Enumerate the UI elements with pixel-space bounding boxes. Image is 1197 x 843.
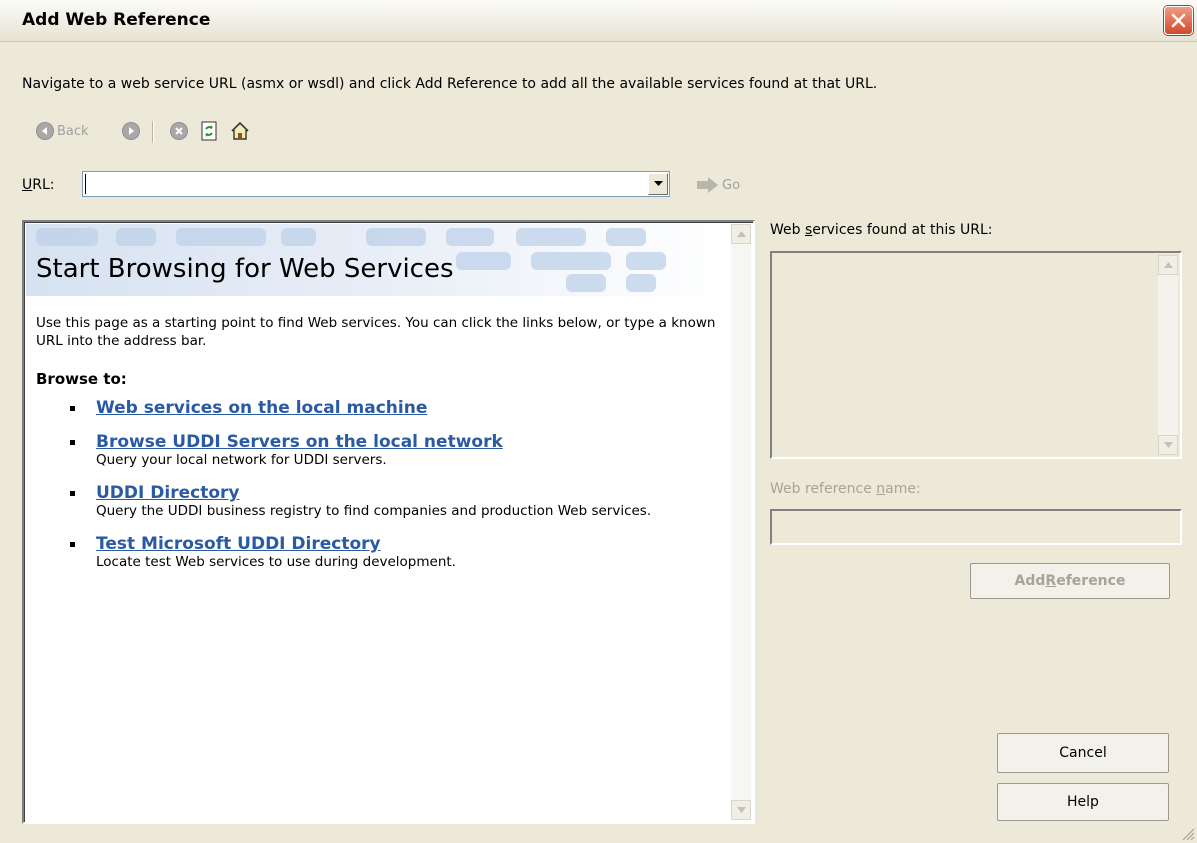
resize-grip-icon[interactable]: [1181, 827, 1195, 841]
back-icon: [36, 122, 54, 140]
url-input[interactable]: [85, 174, 645, 194]
chevron-up-icon: [1163, 262, 1173, 268]
instructions-text: Navigate to a web service URL (asmx or w…: [22, 76, 878, 92]
refresh-icon: [201, 121, 217, 141]
chevron-down-icon: [736, 807, 746, 813]
link-test-uddi-directory[interactable]: Test Microsoft UDDI Directory: [96, 534, 381, 554]
close-button[interactable]: [1164, 6, 1193, 35]
url-dropdown-button[interactable]: [648, 173, 668, 195]
list-item: Test Microsoft UDDI Directory Locate tes…: [36, 534, 716, 571]
bullet: [70, 491, 75, 496]
services-list[interactable]: [770, 251, 1182, 459]
chevron-down-icon: [1163, 442, 1173, 448]
home-button[interactable]: [230, 118, 250, 144]
bullet: [70, 542, 75, 547]
bullet: [70, 440, 75, 445]
cancel-button[interactable]: Cancel: [997, 733, 1169, 773]
refresh-button[interactable]: [200, 118, 218, 144]
scroll-up-button[interactable]: [731, 224, 751, 244]
list-item: UDDI Directory Query the UDDI business r…: [36, 483, 716, 520]
list-item: Web services on the local machine: [36, 398, 716, 418]
forward-icon: [122, 122, 140, 140]
link-description: Locate test Web services to use during d…: [96, 554, 456, 570]
intro-text: Use this page as a starting point to fin…: [36, 315, 716, 349]
scroll-up-button[interactable]: [1158, 255, 1178, 275]
services-scrollbar[interactable]: [1158, 255, 1178, 455]
stop-icon: [170, 122, 188, 140]
browse-heading: Browse to:: [36, 370, 127, 388]
list-item: Browse UDDI Servers on the local network…: [36, 432, 716, 469]
banner-title: Start Browsing for Web Services: [36, 254, 454, 284]
url-label: URL:: [22, 177, 55, 193]
browser-scrollbar[interactable]: [731, 224, 751, 820]
close-icon: [1171, 13, 1186, 28]
link-description: Query your local network for UDDI server…: [96, 452, 387, 468]
home-icon: [231, 121, 249, 140]
reference-name-input[interactable]: [770, 509, 1182, 545]
browse-link-list: Web services on the local machine Browse…: [36, 398, 716, 571]
back-label: Back: [57, 123, 89, 139]
reference-name-label: Web reference name:: [770, 481, 921, 497]
url-combobox[interactable]: [82, 171, 670, 197]
forward-button[interactable]: [122, 118, 140, 144]
title-bar: Add Web Reference: [0, 0, 1197, 42]
help-button[interactable]: Help: [997, 783, 1169, 821]
services-found-label: Web services found at this URL:: [770, 222, 993, 238]
link-local-machine[interactable]: Web services on the local machine: [96, 398, 427, 418]
window-title: Add Web Reference: [22, 10, 211, 30]
scroll-down-button[interactable]: [1158, 435, 1178, 455]
banner: Start Browsing for Web Services: [26, 224, 731, 296]
browser-pane[interactable]: Start Browsing for Web Services Use this…: [22, 220, 755, 824]
chevron-down-icon: [653, 181, 663, 186]
go-arrow-icon: [697, 177, 718, 193]
go-label: Go: [722, 177, 741, 193]
link-uddi-directory[interactable]: UDDI Directory: [96, 483, 239, 503]
stop-button[interactable]: [170, 118, 188, 144]
scroll-down-button[interactable]: [731, 800, 751, 820]
link-browse-uddi-local[interactable]: Browse UDDI Servers on the local network: [96, 432, 503, 452]
link-description: Query the UDDI business registry to find…: [96, 503, 652, 519]
bullet: [70, 406, 75, 411]
go-button[interactable]: Go: [697, 177, 740, 193]
browser-content: Use this page as a starting point to fin…: [36, 314, 716, 585]
back-button[interactable]: Back: [36, 118, 89, 144]
chevron-up-icon: [736, 231, 746, 237]
add-reference-button[interactable]: Add Reference: [970, 563, 1170, 599]
toolbar-separator: [152, 121, 154, 143]
